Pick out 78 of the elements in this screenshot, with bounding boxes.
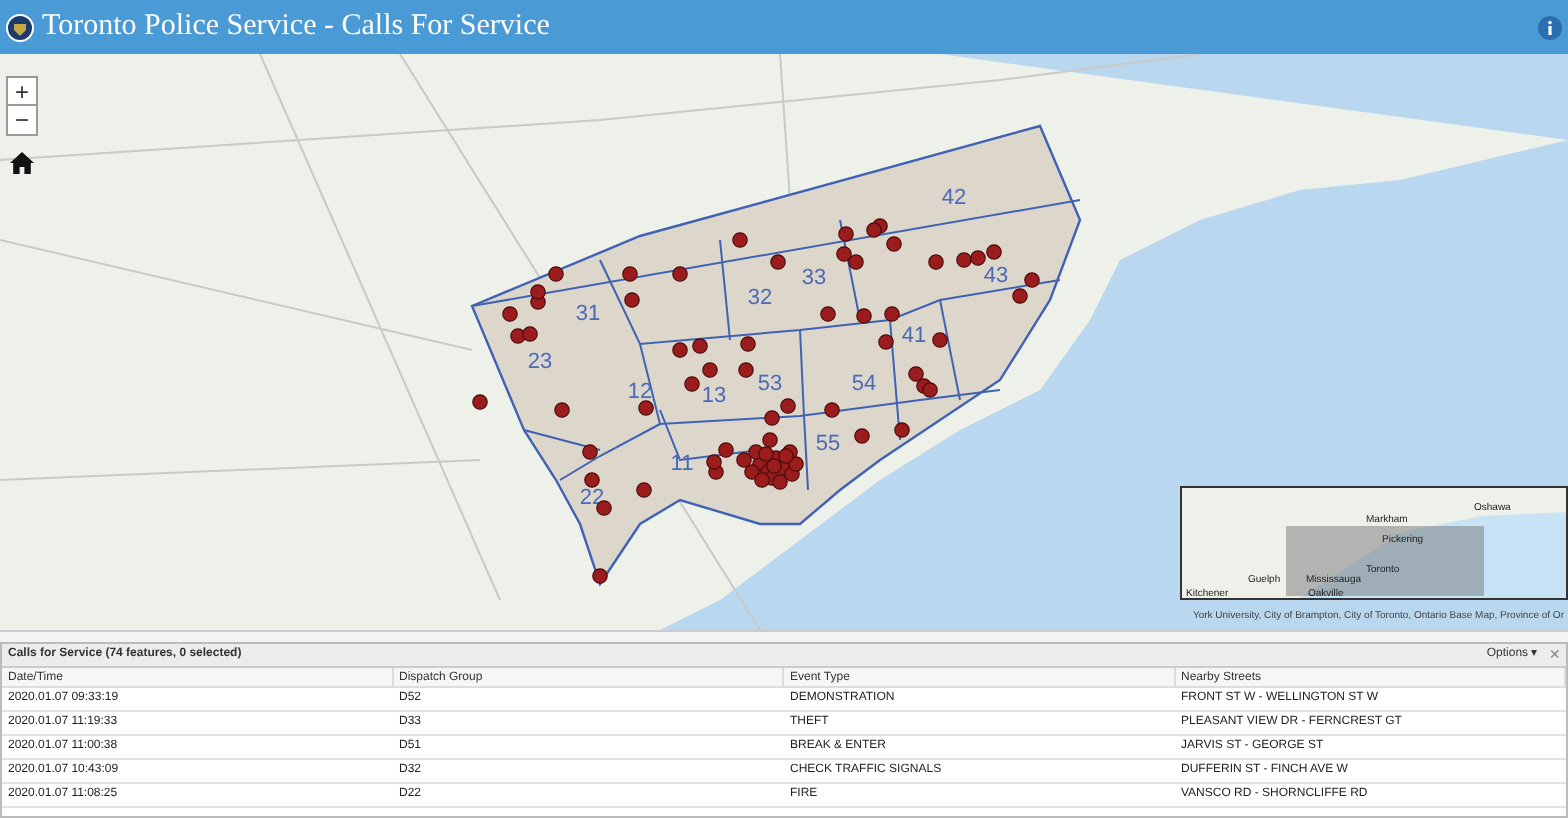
incident-marker[interactable]: [928, 254, 944, 270]
incident-marker[interactable]: [672, 342, 688, 358]
incident-marker[interactable]: [788, 456, 804, 472]
incident-marker[interactable]: [738, 362, 754, 378]
incident-marker[interactable]: [848, 254, 864, 270]
incident-marker[interactable]: [584, 472, 600, 488]
incident-marker[interactable]: [884, 306, 900, 322]
incident-marker[interactable]: [866, 222, 882, 238]
incident-marker[interactable]: [522, 326, 538, 342]
incident-marker[interactable]: [582, 444, 598, 460]
division-label: 43: [983, 264, 1009, 288]
incident-marker[interactable]: [762, 432, 778, 448]
incident-marker[interactable]: [956, 252, 972, 268]
incident-marker[interactable]: [684, 376, 700, 392]
incident-marker[interactable]: [754, 472, 770, 488]
incident-marker[interactable]: [636, 482, 652, 498]
incident-marker[interactable]: [624, 292, 640, 308]
division-label: 32: [747, 286, 773, 310]
division-label: 55: [815, 432, 841, 456]
incident-marker[interactable]: [772, 474, 788, 490]
window-title: Toronto Police Service - Calls For Service: [42, 8, 550, 47]
incident-marker[interactable]: [732, 232, 748, 248]
incident-marker[interactable]: [824, 402, 840, 418]
incident-marker[interactable]: [622, 266, 638, 282]
incident-marker[interactable]: [740, 336, 756, 352]
division-label: 23: [527, 350, 553, 374]
incident-marker[interactable]: [672, 266, 688, 282]
incident-marker[interactable]: [856, 308, 872, 324]
incident-marker[interactable]: [764, 410, 780, 426]
incident-marker[interactable]: [886, 236, 902, 252]
map[interactable]: [0, 54, 1568, 630]
incident-marker[interactable]: [970, 250, 986, 266]
incident-marker[interactable]: [502, 306, 518, 322]
division-label: 54: [851, 372, 877, 396]
incident-marker[interactable]: [692, 338, 708, 354]
zoom-out-button[interactable]: −: [8, 106, 36, 134]
division-label: 33: [801, 266, 827, 290]
overview-extent[interactable]: [1286, 526, 1484, 596]
incident-marker[interactable]: [706, 454, 722, 470]
division-label: 31: [575, 302, 601, 326]
incident-marker[interactable]: [854, 428, 870, 444]
incident-marker[interactable]: [596, 500, 612, 516]
incident-marker[interactable]: [908, 366, 924, 382]
incident-marker[interactable]: [878, 334, 894, 350]
incident-marker[interactable]: [780, 398, 796, 414]
incident-marker[interactable]: [472, 394, 488, 410]
incident-marker[interactable]: [1024, 272, 1040, 288]
police-crest-icon: [6, 13, 34, 41]
division-label: 12: [627, 380, 653, 404]
incident-marker[interactable]: [778, 448, 794, 464]
incident-marker[interactable]: [1012, 288, 1028, 304]
incident-marker[interactable]: [758, 446, 774, 462]
incident-marker[interactable]: [766, 458, 782, 474]
incident-marker[interactable]: [638, 400, 654, 416]
division-label: 41: [901, 324, 927, 348]
division-label: 53: [757, 372, 783, 396]
division-label: 13: [701, 384, 727, 408]
incident-marker[interactable]: [770, 254, 786, 270]
incident-marker[interactable]: [838, 226, 854, 242]
incident-marker[interactable]: [820, 306, 836, 322]
info-icon[interactable]: [1538, 15, 1562, 39]
incident-marker[interactable]: [932, 332, 948, 348]
incident-marker[interactable]: [894, 422, 910, 438]
incident-marker[interactable]: [592, 568, 608, 584]
incident-marker[interactable]: [736, 452, 752, 468]
incident-marker[interactable]: [718, 442, 734, 458]
incident-marker[interactable]: [744, 464, 760, 480]
incident-marker[interactable]: [986, 244, 1002, 260]
incident-marker[interactable]: [530, 284, 546, 300]
incident-marker[interactable]: [548, 266, 564, 282]
incident-marker[interactable]: [554, 402, 570, 418]
zoom-in-button[interactable]: +: [8, 78, 36, 106]
incident-marker[interactable]: [922, 382, 938, 398]
division-label: 11: [670, 452, 694, 476]
incident-marker[interactable]: [836, 246, 852, 262]
incident-marker[interactable]: [702, 362, 718, 378]
home-icon[interactable]: [10, 152, 34, 174]
division-label: 42: [941, 186, 967, 210]
